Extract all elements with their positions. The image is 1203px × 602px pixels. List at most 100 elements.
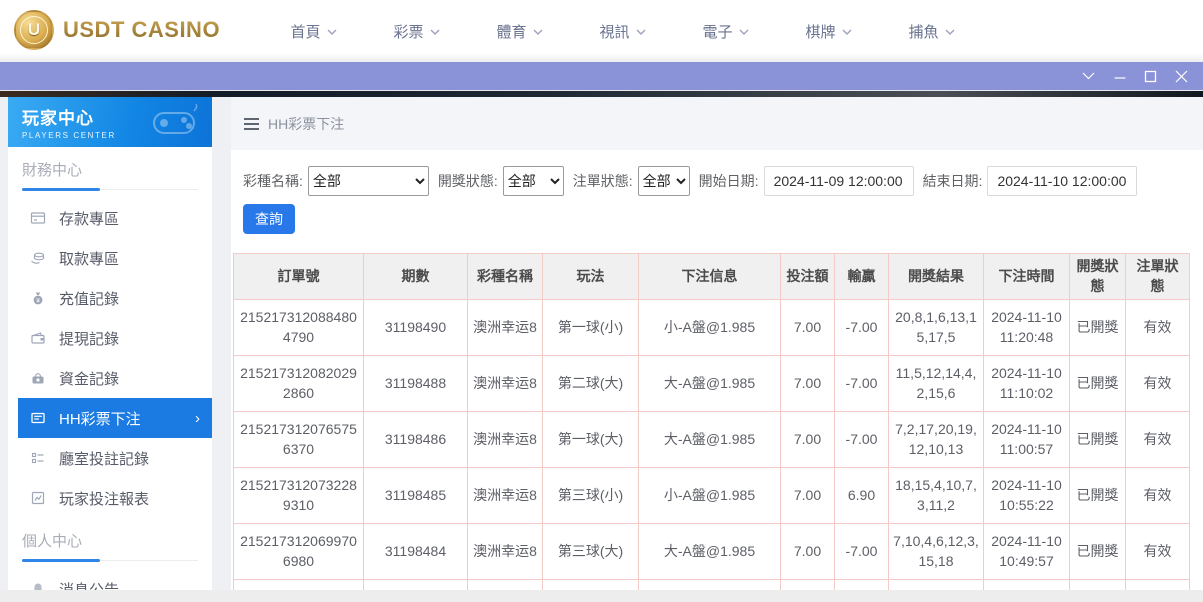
- clipboard-list-icon: [30, 450, 46, 466]
- cell-order-no: 2152173120699706980: [233, 522, 364, 580]
- nav-menu-item[interactable]: 彩票: [365, 0, 468, 62]
- sidebar-item-recharge-record[interactable]: ¥ 充值記錄: [8, 278, 212, 318]
- nav-menu-item[interactable]: 電子: [674, 0, 777, 62]
- lottery-name-select[interactable]: 全部: [307, 166, 429, 196]
- nav-item-label: 彩票: [393, 23, 424, 41]
- nav-menu-item[interactable]: 棋牌: [777, 0, 880, 62]
- table-body: 2152173120884804790 31198490 澳洲幸运8 第一球(小…: [233, 298, 1190, 580]
- cell-lottery-name: 澳洲幸运8: [467, 466, 543, 524]
- chevron-right-icon: ›: [195, 409, 200, 427]
- sidebar-item-label: 廳室投註記錄: [59, 450, 150, 468]
- order-status-label: 注單狀態:: [572, 173, 633, 189]
- sidebar-item-room-bet-record[interactable]: 廳室投註記錄: [8, 438, 212, 478]
- window-titlebar: [0, 62, 1203, 90]
- column-header: 注單狀態: [1125, 253, 1190, 300]
- close-icon: [1175, 70, 1188, 82]
- cell-lottery-name: 澳洲幸运8: [467, 410, 543, 468]
- cell-bet-amount: 7.00: [780, 410, 835, 468]
- column-header: 投注額: [780, 253, 835, 300]
- app-window: U USDT CASINO 首頁 彩票 體育 視訊 電子 棋牌 捕魚 玩家中心 …: [0, 0, 1203, 602]
- bets-table: 訂單號 期數 彩種名稱 玩法 下注信息 投注額 輸贏 開獎結果 下注時間 開獎狀態 注單狀態 215…: [233, 253, 1190, 590]
- chevron-down-icon: [636, 29, 645, 35]
- chevron-down-icon: [327, 29, 336, 35]
- main-nav: 首頁 彩票 體育 視訊 電子 棋牌 捕魚: [262, 0, 983, 62]
- chevron-down-icon: [1082, 72, 1095, 80]
- nav-menu-item[interactable]: 捕魚: [880, 0, 983, 62]
- frame-top-edge: [0, 90, 1203, 97]
- table-row: 2152173120732289310 31198485 澳洲幸运8 第三球(小…: [233, 466, 1190, 524]
- cell-play: 第三球(大): [542, 522, 639, 580]
- cell-period: 31198488: [363, 354, 468, 412]
- sidebar-item-hh-lottery-bets[interactable]: HH彩票下注 ›: [18, 398, 212, 438]
- window-maximize-button[interactable]: [1135, 62, 1166, 90]
- draw-status-select[interactable]: 全部: [502, 166, 564, 196]
- sidebar-item-player-bet-report[interactable]: 玩家投注報表: [8, 478, 212, 518]
- window-close-button[interactable]: [1166, 62, 1197, 90]
- cell-bet-info: 大-A盤@1.985: [638, 354, 781, 412]
- cell-order-status: 有效: [1125, 298, 1190, 356]
- column-header: 開獎結果: [888, 253, 984, 300]
- cell-play: 第一球(小): [542, 298, 639, 356]
- cell-period: 31198485: [363, 466, 468, 524]
- cell-draw-status: 已開獎: [1069, 354, 1126, 412]
- cell-win-loss: -7.00: [834, 298, 889, 356]
- sidebar-item-label: 提現記錄: [59, 330, 120, 348]
- deposit-card-icon: [30, 210, 46, 226]
- cell-lottery-name: 澳洲幸运8: [467, 298, 543, 356]
- column-header: 下注信息: [638, 253, 781, 300]
- cell-order-status: 有效: [1125, 354, 1190, 412]
- nav-item-label: 視訊: [599, 23, 630, 41]
- hand-money-icon: [30, 250, 46, 266]
- sidebar-item-label: 存款專區: [59, 210, 120, 228]
- logo[interactable]: U USDT CASINO: [14, 10, 220, 50]
- sidebar-item-withdraw[interactable]: 取款專區: [8, 238, 212, 278]
- sidebar-section-finance: 財務中心: [22, 159, 198, 191]
- sidebar-item-deposit[interactable]: 存款專區: [8, 198, 212, 238]
- window-chevron-button[interactable]: [1073, 62, 1104, 90]
- cell-order-no: 2152173120820292860: [233, 354, 364, 412]
- cell-win-loss: -7.00: [834, 522, 889, 580]
- cell-lottery-name: 澳洲幸运8: [467, 354, 543, 412]
- page-title: HH彩票下注: [268, 115, 345, 132]
- cell-draw-result: 11,5,12,14,4,2,15,6: [888, 354, 984, 412]
- start-date-input[interactable]: [763, 166, 914, 196]
- cell-draw-status: 已開獎: [1069, 522, 1126, 580]
- start-date-label: 開始日期:: [698, 173, 759, 189]
- purse-icon: [30, 370, 46, 386]
- sidebar-item-withdrawal-record[interactable]: 提現記錄: [8, 318, 212, 358]
- sidebar-item-funds-record[interactable]: 資金記錄: [8, 358, 212, 398]
- logo-coin-icon: U: [14, 10, 54, 50]
- table-header-row: 訂單號 期數 彩種名稱 玩法 下注信息 投注額 輸贏 開獎結果 下注時間 開獎狀態 注單狀態: [233, 253, 1190, 300]
- cell-draw-result: 7,10,4,6,12,3,15,18: [888, 522, 984, 580]
- cell-bet-time: 2024-11-10 11:00:57: [983, 410, 1070, 468]
- table-row: 2152173120699706980 31198484 澳洲幸运8 第三球(大…: [233, 522, 1190, 580]
- end-date-input[interactable]: [987, 166, 1138, 196]
- lottery-name-label: 彩種名稱:: [243, 173, 303, 189]
- nav-menu-item[interactable]: 視訊: [571, 0, 674, 62]
- wallet-icon: [30, 330, 46, 346]
- horizontal-scrollbar-track: [0, 590, 1203, 602]
- cell-draw-result: 7,2,17,20,19,12,10,13: [888, 410, 984, 468]
- window-minimize-button[interactable]: [1104, 62, 1135, 90]
- nav-menu-item[interactable]: 首頁: [262, 0, 365, 62]
- chart-report-icon: [30, 490, 46, 506]
- cell-order-no: 2152173120765756370: [233, 410, 364, 468]
- sidebar-section-personal: 個人中心: [22, 530, 198, 562]
- sidebar: 玩家中心 PLAYERS CENTER 財務中心 存款專區 取款專區 ¥ 充值記…: [8, 97, 212, 602]
- cell-bet-time: 2024-11-10 10:49:57: [983, 522, 1070, 580]
- cell-win-loss: -7.00: [834, 410, 889, 468]
- cell-bet-amount: 7.00: [780, 298, 835, 356]
- cell-order-status: 有效: [1125, 410, 1190, 468]
- cell-bet-time: 2024-11-10 10:55:22: [983, 466, 1070, 524]
- column-header: 彩種名稱: [467, 253, 543, 300]
- hamburger-menu-icon[interactable]: [244, 117, 259, 130]
- column-header: 開獎狀態: [1069, 253, 1126, 300]
- cell-bet-info: 大-A盤@1.985: [638, 522, 781, 580]
- nav-menu-item[interactable]: 體育: [468, 0, 571, 62]
- chevron-down-icon: [945, 29, 954, 35]
- cell-draw-result: 18,15,4,10,7,3,11,2: [888, 466, 984, 524]
- cell-win-loss: 6.90: [834, 466, 889, 524]
- logo-text: USDT CASINO: [63, 17, 221, 42]
- query-button[interactable]: 查詢: [243, 204, 295, 234]
- order-status-select[interactable]: 全部: [637, 166, 690, 196]
